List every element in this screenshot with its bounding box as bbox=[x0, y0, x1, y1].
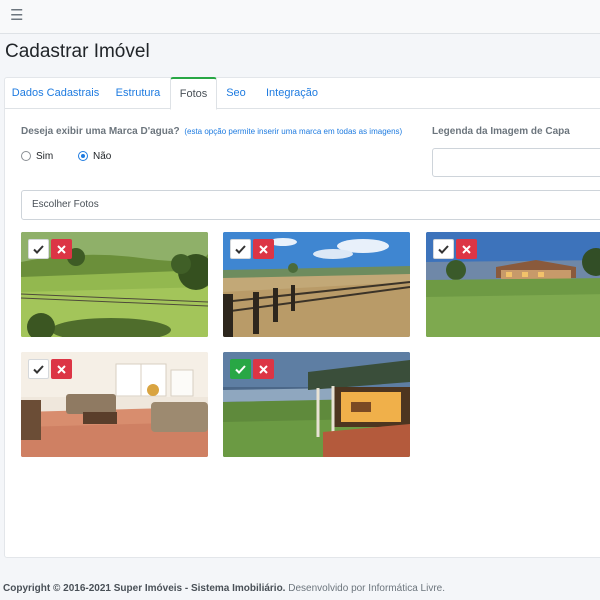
radio-sim[interactable]: Sim bbox=[21, 149, 53, 163]
photo-pasture-hills[interactable] bbox=[21, 232, 208, 337]
close-icon bbox=[259, 244, 268, 254]
cover-caption-input[interactable] bbox=[432, 148, 600, 177]
photo-veranda-lake[interactable] bbox=[223, 352, 410, 457]
watermark-note: (esta opção permite inserir uma marca em… bbox=[184, 127, 403, 136]
choose-photos-input[interactable]: Escolher Fotos bbox=[21, 190, 600, 220]
watermark-question: Deseja exibir uma Marca D'agua? (esta op… bbox=[21, 126, 402, 137]
radio-nao-control[interactable] bbox=[78, 151, 88, 161]
check-icon bbox=[235, 364, 246, 374]
page-title: Cadastrar Imóvel bbox=[5, 41, 150, 62]
radio-nao[interactable]: Não bbox=[78, 149, 111, 163]
tab-estrutura[interactable]: Estrutura bbox=[106, 78, 170, 109]
tab-integracao[interactable]: Integração bbox=[255, 78, 329, 109]
photo-card bbox=[223, 352, 410, 457]
close-icon bbox=[259, 364, 268, 374]
tab-fotos[interactable]: Fotos bbox=[170, 77, 217, 110]
radio-nao-label: Não bbox=[93, 150, 112, 162]
delete-photo-button[interactable] bbox=[253, 239, 274, 259]
check-icon bbox=[33, 364, 44, 374]
check-icon bbox=[438, 244, 449, 254]
delete-photo-button[interactable] bbox=[51, 239, 72, 259]
delete-photo-button[interactable] bbox=[456, 239, 477, 259]
photo-card bbox=[223, 232, 410, 337]
set-cover-button[interactable] bbox=[230, 359, 251, 379]
radio-sim-label: Sim bbox=[36, 150, 54, 162]
hamburger-icon[interactable]: ☰ bbox=[10, 7, 23, 25]
watermark-question-text: Deseja exibir uma Marca D'agua? bbox=[21, 126, 180, 137]
close-icon bbox=[57, 364, 66, 374]
delete-photo-button[interactable] bbox=[51, 359, 72, 379]
photo-card bbox=[21, 352, 208, 457]
check-icon bbox=[33, 244, 44, 254]
close-icon bbox=[57, 244, 66, 254]
footer-credit: Desenvolvido por Informática Livre. bbox=[288, 583, 445, 594]
close-icon bbox=[462, 244, 471, 254]
photo-living-room[interactable] bbox=[21, 352, 208, 457]
delete-photo-button[interactable] bbox=[253, 359, 274, 379]
photo-card bbox=[21, 232, 208, 337]
set-cover-button[interactable] bbox=[28, 359, 49, 379]
photo-card bbox=[426, 232, 600, 337]
tab-dados-cadastrais[interactable]: Dados Cadastrais bbox=[5, 78, 106, 109]
footer-copyright: Copyright © 2016-2021 Super Imóveis - Si… bbox=[3, 583, 286, 594]
cover-caption-label: Legenda da Imagem de Capa bbox=[432, 126, 570, 137]
tab-seo[interactable]: Seo bbox=[217, 78, 255, 109]
set-cover-button[interactable] bbox=[433, 239, 454, 259]
footer: Copyright © 2016-2021 Super Imóveis - Si… bbox=[3, 583, 445, 594]
photo-fence-field[interactable] bbox=[223, 232, 410, 337]
check-icon bbox=[235, 244, 246, 254]
set-cover-button[interactable] bbox=[230, 239, 251, 259]
top-navbar: ☰ bbox=[0, 0, 600, 34]
radio-sim-control[interactable] bbox=[21, 151, 31, 161]
tab-bar: Dados Cadastrais Estrutura Fotos Seo Int… bbox=[5, 77, 600, 110]
property-form-card: Dados Cadastrais Estrutura Fotos Seo Int… bbox=[4, 77, 600, 558]
set-cover-button[interactable] bbox=[28, 239, 49, 259]
